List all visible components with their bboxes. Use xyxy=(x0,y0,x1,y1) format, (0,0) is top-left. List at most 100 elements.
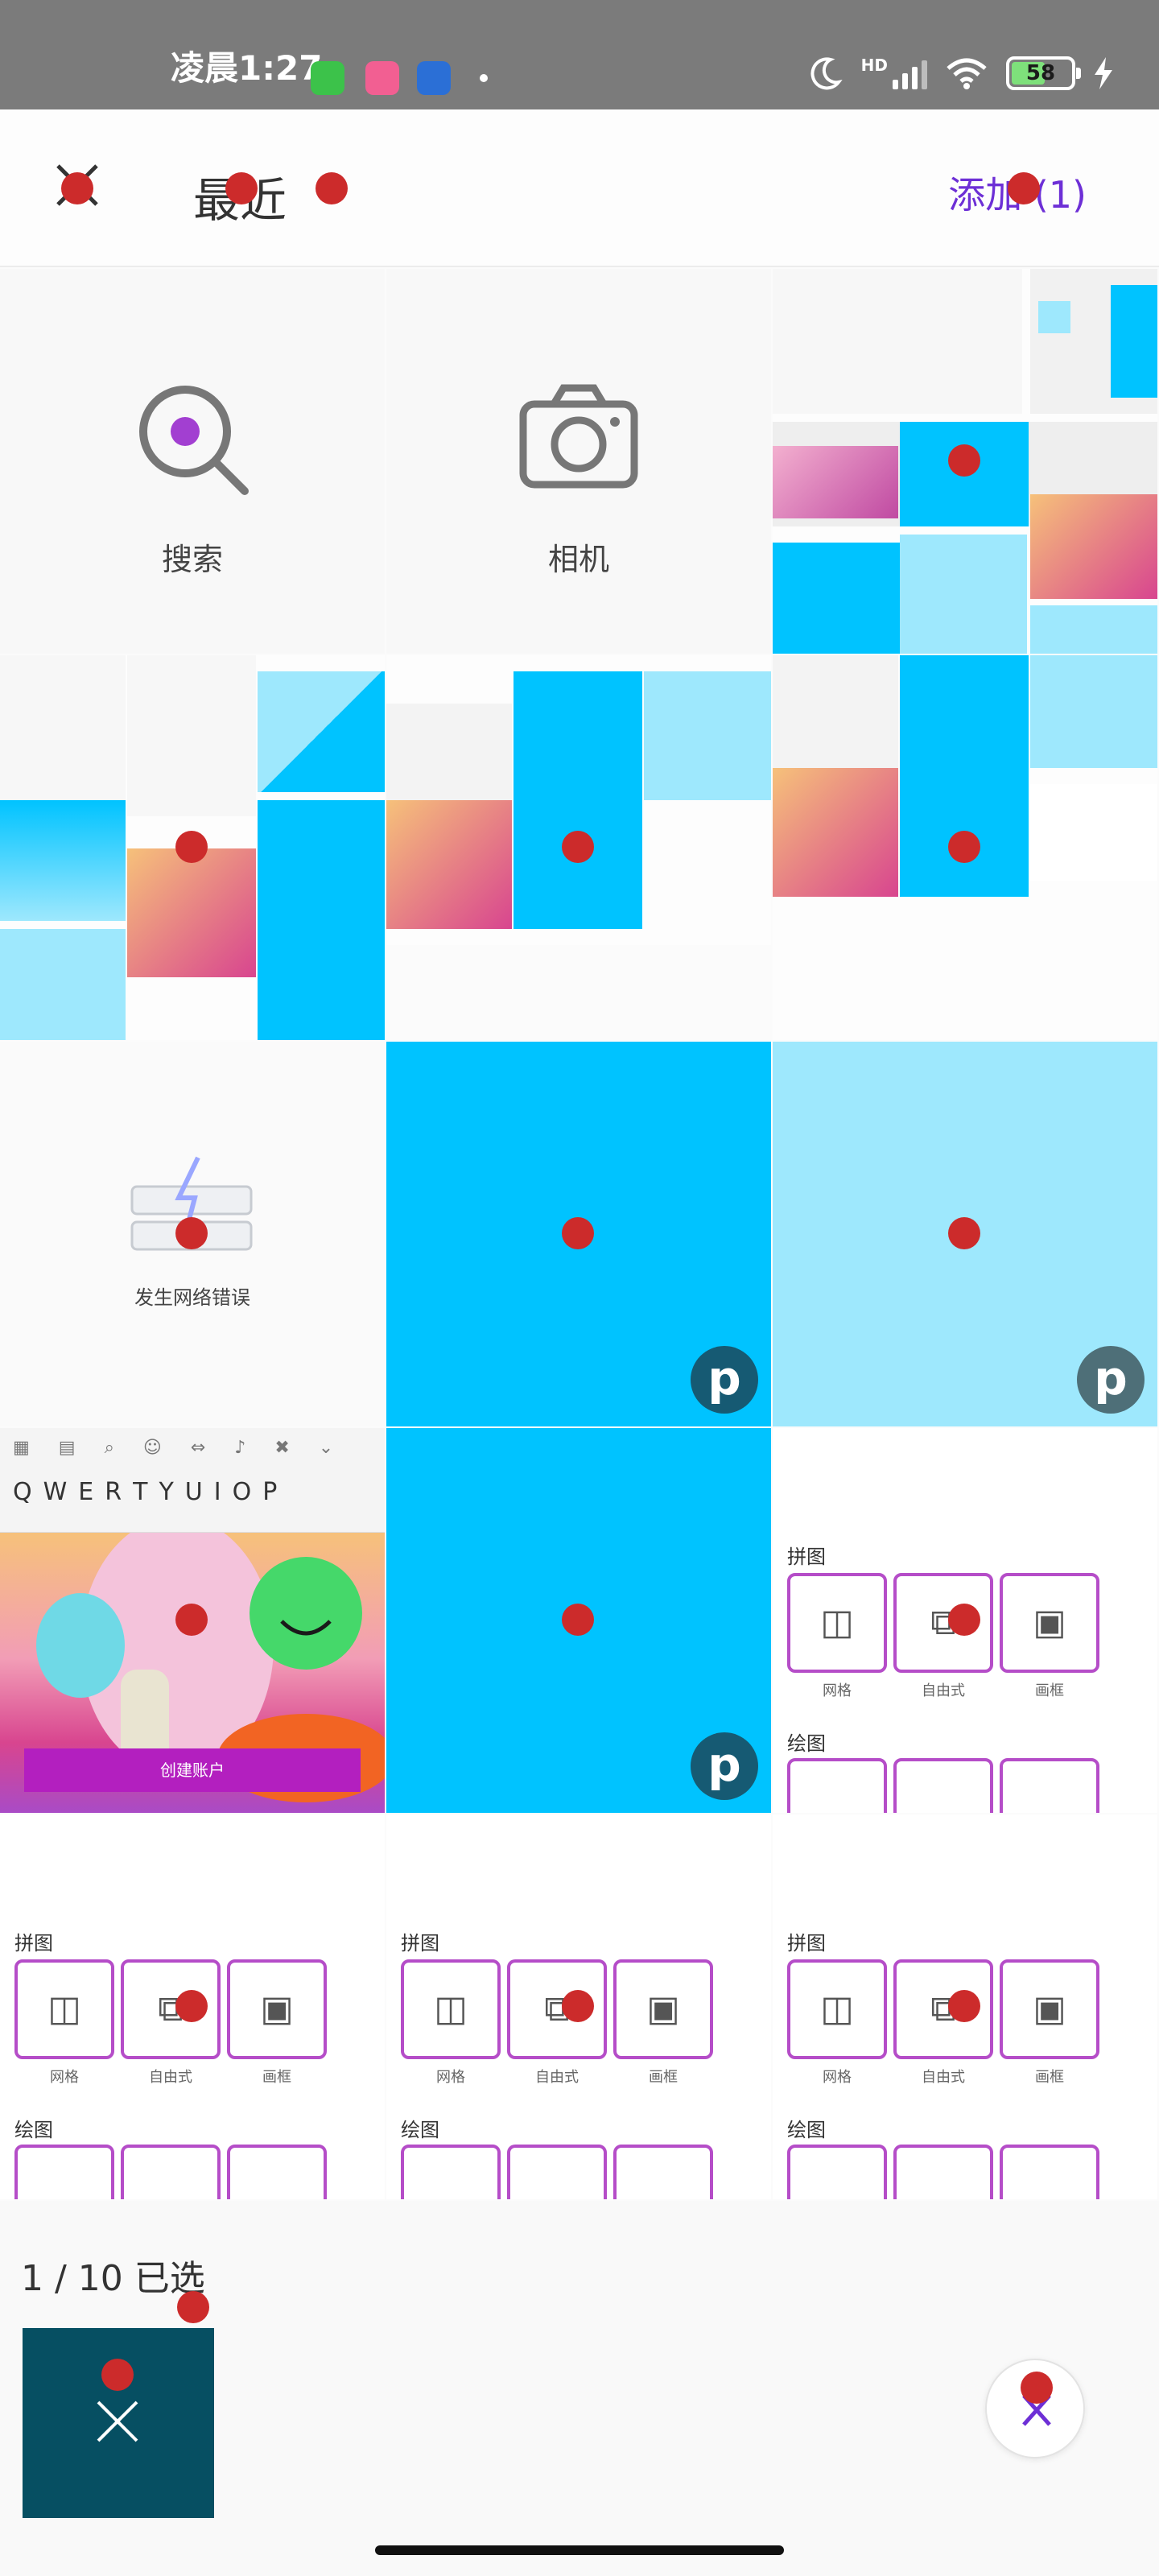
free-caption: 自由式 xyxy=(149,2069,192,2086)
media-thumbnail[interactable]: p xyxy=(386,1428,771,1813)
tap-marker xyxy=(948,1990,980,2022)
tap-marker xyxy=(1021,2372,1053,2404)
tap-marker xyxy=(1008,172,1040,204)
grid-caption: 网格 xyxy=(823,2069,852,2086)
tap-marker xyxy=(948,1217,980,1249)
keyboard-key: O xyxy=(232,1478,252,1506)
keyboard-row: QWERTYUIOP xyxy=(13,1478,277,1506)
action-fab[interactable] xyxy=(985,2359,1085,2458)
keyboard-key: R xyxy=(105,1478,122,1506)
grid-layout-icon: ◫ xyxy=(787,1959,887,2059)
tap-marker xyxy=(948,1604,980,1636)
hd-label: HD xyxy=(860,56,888,75)
draw-tool-icon xyxy=(893,2145,993,2199)
p-badge-icon: p xyxy=(691,1346,758,1414)
battery-icon: 58 xyxy=(1006,56,1081,90)
free-caption: 自由式 xyxy=(535,2069,579,2086)
grid-caption: 网格 xyxy=(50,2069,79,2086)
media-thumbnail[interactable] xyxy=(773,269,1157,654)
status-bar: 凌晨1:27 HD 58 xyxy=(0,0,1159,109)
wechat-style-app-icon xyxy=(311,61,344,95)
home-indicator[interactable] xyxy=(375,2545,784,2555)
selected-thumbnail[interactable] xyxy=(23,2328,214,2518)
tap-marker xyxy=(175,1990,208,2022)
drawing-section-title: 绘图 xyxy=(787,2119,826,2141)
media-thumbnail[interactable]: p xyxy=(773,1042,1157,1426)
tap-marker xyxy=(562,1990,594,2022)
frame-caption: 画框 xyxy=(1035,2069,1064,2086)
frame-layout-icon: ▣ xyxy=(227,1959,327,2059)
frame-layout-icon: ▣ xyxy=(613,1959,713,2059)
draw-tool-icon xyxy=(893,1758,993,1813)
tap-marker xyxy=(225,172,258,204)
media-thumbnail[interactable]: ▦ ▤ ⌕ ☺ ⇔ ♪ ✖ ⌄ QWERTYUIOP 创建账户 xyxy=(0,1428,385,1813)
network-error-thumbnail[interactable]: 发生网络错误 xyxy=(0,1042,385,1426)
tap-marker xyxy=(948,831,980,863)
frame-layout-icon: ▣ xyxy=(1000,1959,1099,2059)
p-badge-icon: p xyxy=(691,1732,758,1800)
status-time: 凌晨1:27 xyxy=(171,48,323,88)
draw-tool-icon xyxy=(787,2145,887,2199)
media-thumbnail[interactable] xyxy=(773,655,1157,1040)
grid-caption: 网格 xyxy=(436,2069,465,2086)
keyboard-key: Q xyxy=(13,1478,32,1506)
draw-tool-icon xyxy=(507,2145,607,2199)
drawing-section-title: 绘图 xyxy=(401,2119,439,2141)
remove-selection-icon[interactable] xyxy=(93,2397,142,2446)
grid-layout-icon: ◫ xyxy=(14,1959,114,2059)
collage-thumbnail[interactable]: 拼图 ◫ ⧉ ▣ 网格 自由式 画框 绘图 xyxy=(0,1814,385,2199)
more-notifications-dot xyxy=(480,74,488,82)
media-thumbnail[interactable]: p xyxy=(386,1042,771,1426)
charging-icon xyxy=(1095,57,1112,89)
keyboard-key: T xyxy=(133,1478,148,1506)
badge-letter: p xyxy=(1094,1351,1128,1406)
p-badge-icon: p xyxy=(1077,1346,1145,1414)
tap-marker xyxy=(175,1217,208,1249)
draw-tool-icon xyxy=(401,2145,501,2199)
keyboard-key: U xyxy=(184,1478,203,1506)
wifi-icon xyxy=(947,58,987,89)
draw-tool-icon xyxy=(613,2145,713,2199)
frame-caption: 画框 xyxy=(1035,1682,1064,1699)
draw-tool-icon xyxy=(1000,1758,1099,1813)
keyboard-key: P xyxy=(262,1478,278,1506)
bilibili-icon xyxy=(365,61,399,95)
frame-layout-icon: ▣ xyxy=(1000,1573,1099,1673)
collage-thumbnail[interactable]: 拼图 ◫ ⧉ ▣ 网格 自由式 画框 绘图 xyxy=(773,1814,1157,2199)
tap-marker xyxy=(101,2359,134,2391)
collage-section-title: 拼图 xyxy=(14,1932,53,1955)
draw-tool-icon xyxy=(787,1758,887,1813)
drawing-section-title: 绘图 xyxy=(787,1732,826,1755)
draw-tool-icon xyxy=(14,2145,114,2199)
collage-section-title: 拼图 xyxy=(787,1932,826,1955)
draw-tool-icon xyxy=(121,2145,221,2199)
camera-tile[interactable]: 相机 xyxy=(386,269,771,654)
media-thumbnail[interactable] xyxy=(0,655,385,1040)
tap-marker xyxy=(562,1217,594,1249)
badge-letter: p xyxy=(707,1737,741,1792)
frame-caption: 画框 xyxy=(262,2069,291,2086)
keyboard-key: E xyxy=(78,1478,94,1506)
selection-panel: 1 / 10 已选 xyxy=(0,2201,1159,2576)
collage-thumbnail[interactable]: 拼图 ◫ ⧉ ▣ 网格 自由式 画框 绘图 xyxy=(773,1428,1157,1813)
grid-layout-icon: ◫ xyxy=(787,1573,887,1673)
do-not-disturb-icon xyxy=(810,57,843,90)
media-thumbnail[interactable] xyxy=(386,655,771,1040)
grid-layout-icon: ◫ xyxy=(401,1959,501,2059)
error-label: 发生网络错误 xyxy=(134,1286,250,1309)
badge-letter: p xyxy=(707,1351,741,1406)
collage-section-title: 拼图 xyxy=(401,1932,439,1955)
search-tile[interactable]: 搜索 xyxy=(0,269,385,654)
tap-marker xyxy=(948,444,980,477)
keyboard-key: W xyxy=(43,1478,68,1506)
tap-marker xyxy=(562,1604,594,1636)
create-account-button: 创建账户 xyxy=(24,1748,361,1792)
tap-marker xyxy=(175,831,208,863)
draw-tool-icon xyxy=(227,2145,327,2199)
search-label: 搜索 xyxy=(161,542,223,577)
tap-marker xyxy=(177,2291,209,2323)
search-icon xyxy=(139,386,249,495)
free-caption: 自由式 xyxy=(922,2069,965,2086)
battery-level: 58 xyxy=(1025,61,1056,85)
collage-thumbnail[interactable]: 拼图 ◫ ⧉ ▣ 网格 自由式 画框 绘图 xyxy=(386,1814,771,2199)
